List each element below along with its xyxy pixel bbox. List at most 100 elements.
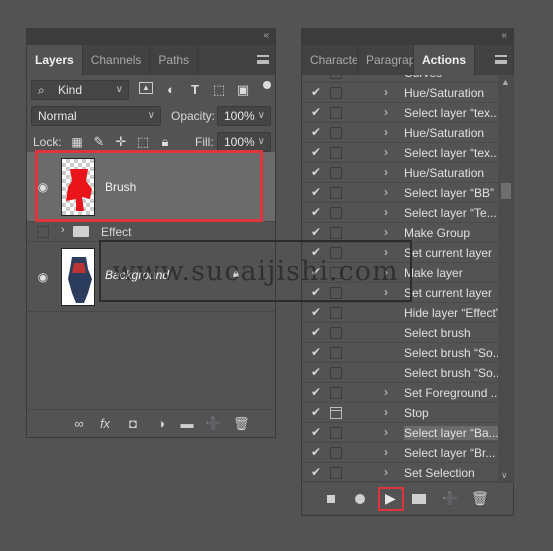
layer-name[interactable]: Effect	[101, 225, 131, 239]
layer-row-effect[interactable]: › Effect	[27, 222, 275, 242]
type-layer-filter-icon[interactable]: T	[187, 82, 203, 98]
dialog-toggle[interactable]	[330, 447, 342, 459]
action-row[interactable]: ✔ › Select layer “Br...	[302, 443, 498, 463]
lock-transparent-pixels-icon[interactable]: ▦	[69, 134, 85, 150]
visibility-toggle[interactable]	[37, 226, 49, 238]
new-set-folder-icon[interactable]	[412, 494, 426, 504]
collapse-icon[interactable]: «	[263, 30, 269, 41]
panel-menu-icon[interactable]	[495, 55, 507, 64]
checkmark-icon[interactable]: ✔	[311, 465, 323, 479]
dialog-toggle[interactable]	[330, 387, 342, 399]
action-row[interactable]: ✔ Hide layer “Effect”	[302, 303, 498, 323]
action-row[interactable]: ✔ › Select layer “BB”	[302, 183, 498, 203]
filter-kind-dropdown[interactable]: ⌕ Kind ∨	[31, 80, 129, 100]
record-icon[interactable]	[355, 494, 365, 504]
new-group-icon[interactable]: ▬	[179, 416, 195, 432]
new-action-icon[interactable]: ➕	[442, 491, 458, 507]
chevron-right-icon[interactable]: ›	[384, 425, 388, 439]
action-row[interactable]: ✔ › Select layer “tex...	[302, 103, 498, 123]
lock-position-icon[interactable]: ✛	[113, 134, 129, 150]
collapse-icon[interactable]: «	[501, 30, 507, 41]
action-row[interactable]: ✔ › Hue/Saturation	[302, 123, 498, 143]
checkmark-icon[interactable]: ✔	[311, 425, 323, 439]
stop-icon[interactable]	[327, 495, 335, 503]
scroll-down-icon[interactable]: ∨	[501, 470, 508, 481]
dialog-toggle-icon[interactable]	[330, 407, 342, 419]
layer-style-icon[interactable]: fx	[97, 416, 113, 432]
chevron-right-icon[interactable]: ›	[384, 75, 388, 79]
action-row[interactable]: ✔ › Set Foreground ...	[302, 383, 498, 403]
chevron-right-icon[interactable]: ›	[384, 225, 388, 239]
action-row[interactable]: ✔ Select brush “So...	[302, 363, 498, 383]
smart-object-filter-icon[interactable]: ▣	[235, 82, 251, 98]
dialog-toggle[interactable]	[330, 75, 342, 79]
action-row[interactable]: ✔ Select brush	[302, 323, 498, 343]
link-layers-icon[interactable]: ∞	[71, 416, 87, 432]
chevron-right-icon[interactable]: ›	[384, 185, 388, 199]
dialog-toggle[interactable]	[330, 347, 342, 359]
checkmark-icon[interactable]: ✔	[311, 105, 323, 119]
action-row[interactable]: ✔ › Curves	[302, 75, 498, 83]
checkmark-icon[interactable]: ✔	[311, 145, 323, 159]
chevron-right-icon[interactable]: ›	[384, 145, 388, 159]
tab-paragraph[interactable]: Paragraph	[358, 45, 414, 75]
dialog-toggle[interactable]	[330, 147, 342, 159]
opacity-field[interactable]: 100% ∨	[217, 106, 271, 126]
dialog-toggle[interactable]	[330, 127, 342, 139]
dialog-toggle[interactable]	[330, 427, 342, 439]
chevron-right-icon[interactable]: ›	[61, 224, 65, 236]
checkmark-icon[interactable]: ✔	[311, 405, 323, 419]
chevron-right-icon[interactable]: ›	[384, 205, 388, 219]
dialog-toggle[interactable]	[330, 307, 342, 319]
action-row[interactable]: ✔ › Select layer “tex...	[302, 143, 498, 163]
dialog-toggle[interactable]	[330, 467, 342, 479]
action-row[interactable]: ✔ › Set Selection	[302, 463, 498, 483]
checkmark-icon[interactable]: ✔	[311, 365, 323, 379]
panel-menu-icon[interactable]	[257, 55, 269, 64]
tab-character[interactable]: Character	[302, 45, 358, 75]
trash-icon[interactable]: 🗑︎	[471, 490, 489, 507]
action-row[interactable]: ✔ › Hue/Saturation	[302, 163, 498, 183]
dialog-toggle[interactable]	[330, 367, 342, 379]
action-row[interactable]: ✔ › Select layer “Ba...	[302, 423, 498, 443]
chevron-right-icon[interactable]: ›	[384, 385, 388, 399]
checkmark-icon[interactable]: ✔	[311, 445, 323, 459]
dialog-toggle[interactable]	[330, 107, 342, 119]
dialog-toggle[interactable]	[330, 207, 342, 219]
panel-collapse-bar[interactable]: «	[27, 29, 275, 45]
checkmark-icon[interactable]: ✔	[311, 325, 323, 339]
checkmark-icon[interactable]: ✔	[311, 385, 323, 399]
new-layer-icon[interactable]: ➕	[205, 416, 221, 432]
dialog-toggle[interactable]	[330, 187, 342, 199]
fill-field[interactable]: 100% ∨	[217, 132, 271, 152]
lock-image-pixels-icon[interactable]: ✎	[91, 134, 107, 150]
new-adjustment-layer-icon[interactable]: ◑	[153, 416, 169, 432]
add-mask-icon[interactable]: ◘	[125, 416, 141, 432]
shape-layer-filter-icon[interactable]: ⬚	[211, 82, 227, 98]
tab-layers[interactable]: Layers	[27, 45, 83, 75]
scrollbar-thumb[interactable]	[501, 183, 511, 199]
action-row[interactable]: ✔ Select brush “So...	[302, 343, 498, 363]
trash-icon[interactable]: 🗑︎	[233, 416, 250, 432]
checkmark-icon[interactable]: ✔	[311, 165, 323, 179]
checkmark-icon[interactable]: ✔	[311, 85, 323, 99]
checkmark-icon[interactable]: ✔	[311, 205, 323, 219]
checkmark-icon[interactable]: ✔	[311, 75, 323, 79]
checkmark-icon[interactable]: ✔	[311, 305, 323, 319]
dialog-toggle[interactable]	[330, 227, 342, 239]
dialog-toggle[interactable]	[330, 327, 342, 339]
dialog-toggle[interactable]	[330, 87, 342, 99]
eye-icon[interactable]: ◉	[35, 271, 51, 283]
tab-paths[interactable]: Paths	[150, 45, 199, 75]
chevron-right-icon[interactable]: ›	[384, 465, 388, 479]
panel-collapse-bar[interactable]: «	[302, 29, 513, 45]
dialog-toggle[interactable]	[330, 167, 342, 179]
filter-toggle-icon[interactable]	[263, 81, 271, 89]
chevron-right-icon[interactable]: ›	[384, 165, 388, 179]
lock-all-icon[interactable]: 🔒︎	[157, 134, 173, 150]
chevron-right-icon[interactable]: ›	[384, 405, 388, 419]
action-row[interactable]: ✔ › Hue/Saturation	[302, 83, 498, 103]
blend-mode-dropdown[interactable]: Normal ∨	[31, 106, 161, 126]
chevron-right-icon[interactable]: ›	[384, 125, 388, 139]
checkmark-icon[interactable]: ✔	[311, 185, 323, 199]
